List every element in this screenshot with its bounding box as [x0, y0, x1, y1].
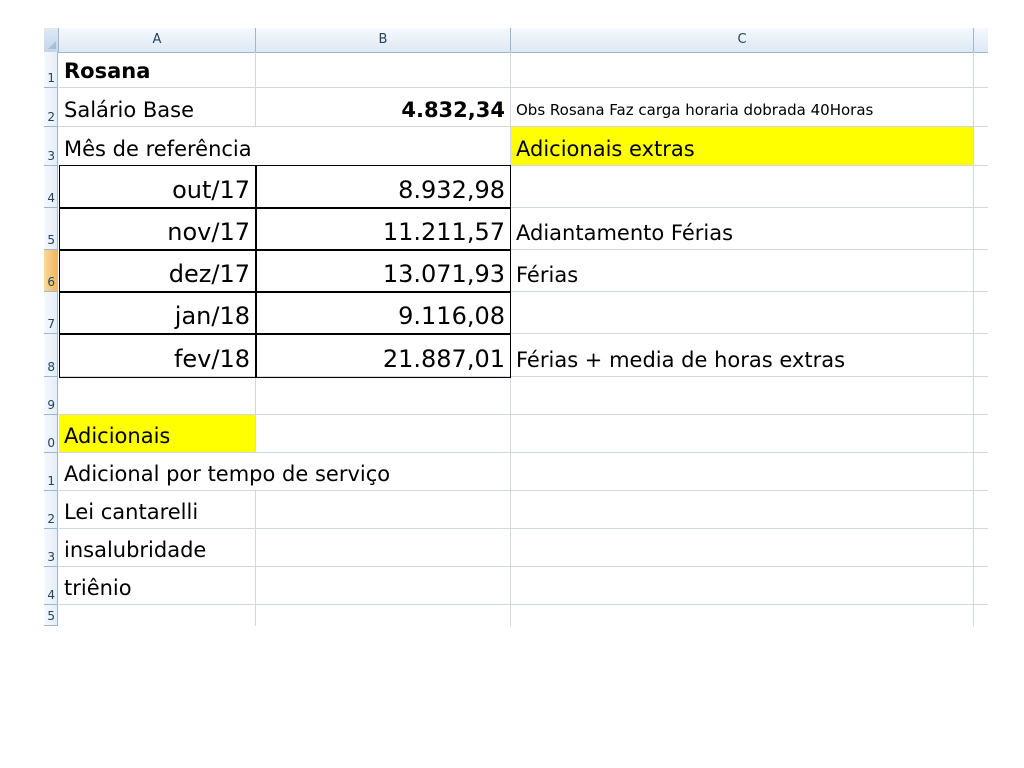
month-note: Férias: [516, 263, 579, 287]
cell-d10[interactable]: [974, 415, 988, 453]
cell-d2[interactable]: [974, 88, 988, 127]
column-header-b[interactable]: B: [256, 28, 511, 52]
cell-c9[interactable]: [511, 377, 974, 415]
cell-c2[interactable]: Obs Rosana Faz carga horaria dobrada 40H…: [511, 88, 974, 127]
cell-a13[interactable]: insalubridade: [59, 529, 256, 567]
cell-d14[interactable]: [974, 567, 988, 605]
select-all-corner[interactable]: [44, 28, 59, 52]
spreadsheet: A B C 1 2 3 4 5 6 7 8 9 0 1 2 3 4 5 Rosa…: [44, 28, 988, 626]
cell-d13[interactable]: [974, 529, 988, 567]
cell-a11[interactable]: Adicional por tempo de serviço: [59, 453, 390, 491]
salario-base-value: 4.832,34: [401, 98, 505, 122]
cell-b14[interactable]: [256, 567, 511, 605]
adicional-item: insalubridade: [64, 538, 207, 562]
cell-grid: Rosana Salário Base 4.832,34 Obs Rosana …: [59, 52, 988, 626]
cell-c14[interactable]: [511, 567, 974, 605]
row-header-2[interactable]: 2: [44, 88, 58, 127]
cell-c8[interactable]: Férias + media de horas extras: [511, 334, 974, 377]
row-header-strip: 1 2 3 4 5 6 7 8 9 0 1 2 3 4 5: [44, 52, 58, 626]
cell-b11[interactable]: [256, 453, 511, 491]
month-table-rule: [59, 333, 511, 335]
cell-c3[interactable]: Adicionais extras: [511, 127, 974, 166]
row-header-5[interactable]: 5: [44, 208, 58, 250]
row-header-11[interactable]: 1: [44, 453, 58, 491]
row-header-8[interactable]: 8: [44, 334, 58, 377]
row-header-1[interactable]: 1: [44, 52, 58, 88]
cell-b10[interactable]: [256, 415, 511, 453]
cell-b2[interactable]: 4.832,34: [256, 88, 511, 127]
cell-b1[interactable]: [256, 52, 511, 88]
column-header-a[interactable]: A: [59, 28, 256, 52]
row-header-4[interactable]: 4: [44, 166, 58, 208]
row-header-12[interactable]: 2: [44, 491, 58, 529]
row-header-3[interactable]: 3: [44, 127, 58, 166]
cell-c15[interactable]: [511, 605, 974, 626]
cell-d3[interactable]: [974, 127, 988, 166]
employee-name: Rosana: [64, 59, 151, 83]
cell-a10[interactable]: Adicionais: [59, 415, 256, 453]
obs-note: Obs Rosana Faz carga horaria dobrada 40H…: [516, 101, 874, 119]
cell-d8[interactable]: [974, 334, 988, 377]
mes-referencia-label: Mês de referência: [64, 137, 252, 161]
cell-a1[interactable]: Rosana: [59, 52, 256, 88]
row-header-15[interactable]: 5: [44, 605, 58, 626]
cell-d4[interactable]: [974, 166, 988, 208]
cell-d5[interactable]: [974, 208, 988, 250]
cell-c11[interactable]: [511, 453, 974, 491]
row-header-13[interactable]: 3: [44, 529, 58, 567]
cell-b3[interactable]: [256, 127, 511, 166]
cell-d11[interactable]: [974, 453, 988, 491]
cell-d6[interactable]: [974, 250, 988, 292]
cell-d12[interactable]: [974, 491, 988, 529]
cell-c13[interactable]: [511, 529, 974, 567]
row-header-14[interactable]: 4: [44, 567, 58, 605]
salario-base-label: Salário Base: [64, 98, 195, 122]
cell-b13[interactable]: [256, 529, 511, 567]
month-table-rule: [59, 207, 511, 209]
cell-c10[interactable]: [511, 415, 974, 453]
row-header-9[interactable]: 9: [44, 377, 58, 415]
select-all-icon: [48, 41, 56, 49]
cell-c4[interactable]: [511, 166, 974, 208]
cell-c12[interactable]: [511, 491, 974, 529]
cell-a12[interactable]: Lei cantarelli: [59, 491, 256, 529]
adicionais-title: Adicionais: [64, 424, 171, 448]
row-header-6[interactable]: 6: [44, 250, 58, 292]
cell-c6[interactable]: Férias: [511, 250, 974, 292]
row-header-7[interactable]: 7: [44, 292, 58, 334]
month-table-rule: [59, 291, 511, 293]
cell-c5[interactable]: Adiantamento Férias: [511, 208, 974, 250]
month-note: Adiantamento Férias: [516, 221, 734, 245]
cell-d9[interactable]: [974, 377, 988, 415]
column-header-strip: A B C: [44, 28, 988, 53]
column-header-c[interactable]: C: [511, 28, 974, 52]
cell-b9[interactable]: [256, 377, 511, 415]
cell-b15[interactable]: [256, 605, 511, 626]
cell-c7[interactable]: [511, 292, 974, 334]
cell-a15[interactable]: [59, 605, 256, 626]
row-header-10[interactable]: 0: [44, 415, 58, 453]
adicional-item: Lei cantarelli: [64, 500, 199, 524]
cell-a14[interactable]: triênio: [59, 567, 256, 605]
month-table-border: [59, 165, 511, 378]
month-note: Férias + media de horas extras: [516, 348, 846, 372]
cell-d1[interactable]: [974, 52, 988, 88]
cell-d7[interactable]: [974, 292, 988, 334]
cell-c1[interactable]: [511, 52, 974, 88]
cell-a9[interactable]: [59, 377, 256, 415]
adicional-item: triênio: [64, 576, 132, 600]
month-table-rule: [59, 249, 511, 251]
month-table-divider: [255, 165, 257, 378]
cell-a2[interactable]: Salário Base: [59, 88, 256, 127]
cell-b12[interactable]: [256, 491, 511, 529]
adicionais-extras-label: Adicionais extras: [516, 137, 695, 161]
cell-a3[interactable]: Mês de referência: [59, 127, 256, 166]
